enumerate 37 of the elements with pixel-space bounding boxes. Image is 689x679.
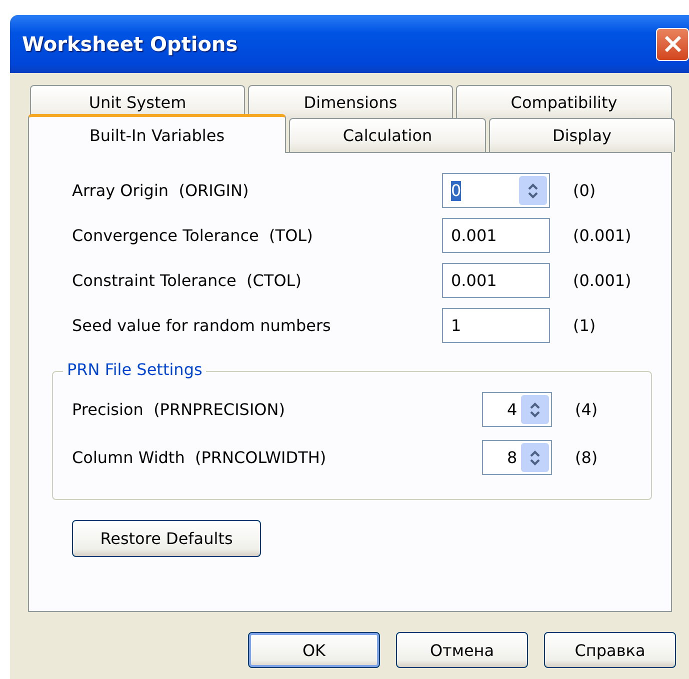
- input-field[interactable]: 1: [442, 308, 550, 343]
- tab[interactable]: Built-In Variables: [28, 114, 286, 153]
- spin-button[interactable]: [521, 395, 549, 424]
- up-down-arrows-icon: [529, 400, 541, 418]
- default-value: (1): [573, 316, 596, 335]
- spinner-field[interactable]: 8: [482, 440, 552, 475]
- field-label: Convergence Tolerance (TOL): [72, 226, 314, 245]
- input-field[interactable]: 0.001: [442, 218, 550, 253]
- input-field[interactable]: 0.001: [442, 263, 550, 298]
- spinner-field[interactable]: 4: [482, 392, 552, 427]
- field-label: Constraint Tolerance (CTOL): [72, 271, 302, 290]
- spin-button[interactable]: [519, 176, 547, 205]
- default-value: (0.001): [573, 226, 632, 245]
- field-label: Array Origin (ORIGIN): [72, 181, 250, 200]
- default-value: (8): [575, 448, 598, 467]
- group-title: PRN File Settings: [63, 360, 206, 379]
- up-down-arrows-icon: [527, 182, 539, 200]
- restore-defaults-button[interactable]: Restore Defaults: [72, 520, 261, 557]
- spin-button[interactable]: [521, 443, 549, 472]
- tab[interactable]: Compatibility: [456, 85, 672, 119]
- window-title: Worksheet Options: [22, 32, 238, 56]
- tab[interactable]: Dimensions: [248, 85, 453, 119]
- default-value: (0): [573, 181, 596, 200]
- close-button[interactable]: [656, 28, 689, 60]
- field-label: Precision (PRNPRECISION): [72, 400, 286, 419]
- default-value: (0.001): [573, 271, 632, 290]
- tab[interactable]: Calculation: [289, 118, 486, 152]
- up-down-arrows-icon: [529, 448, 541, 466]
- dialog-button[interactable]: Отмена: [396, 632, 528, 668]
- default-value: (4): [575, 400, 598, 419]
- tab[interactable]: Display: [489, 118, 675, 152]
- close-icon: [662, 34, 682, 54]
- field-label: Seed value for random numbers: [72, 316, 332, 335]
- spinner-field[interactable]: 0: [442, 173, 550, 208]
- dialog-button[interactable]: Справка: [544, 632, 676, 668]
- field-label: Column Width (PRNCOLWIDTH): [72, 448, 328, 467]
- dialog-button[interactable]: OK: [248, 632, 380, 668]
